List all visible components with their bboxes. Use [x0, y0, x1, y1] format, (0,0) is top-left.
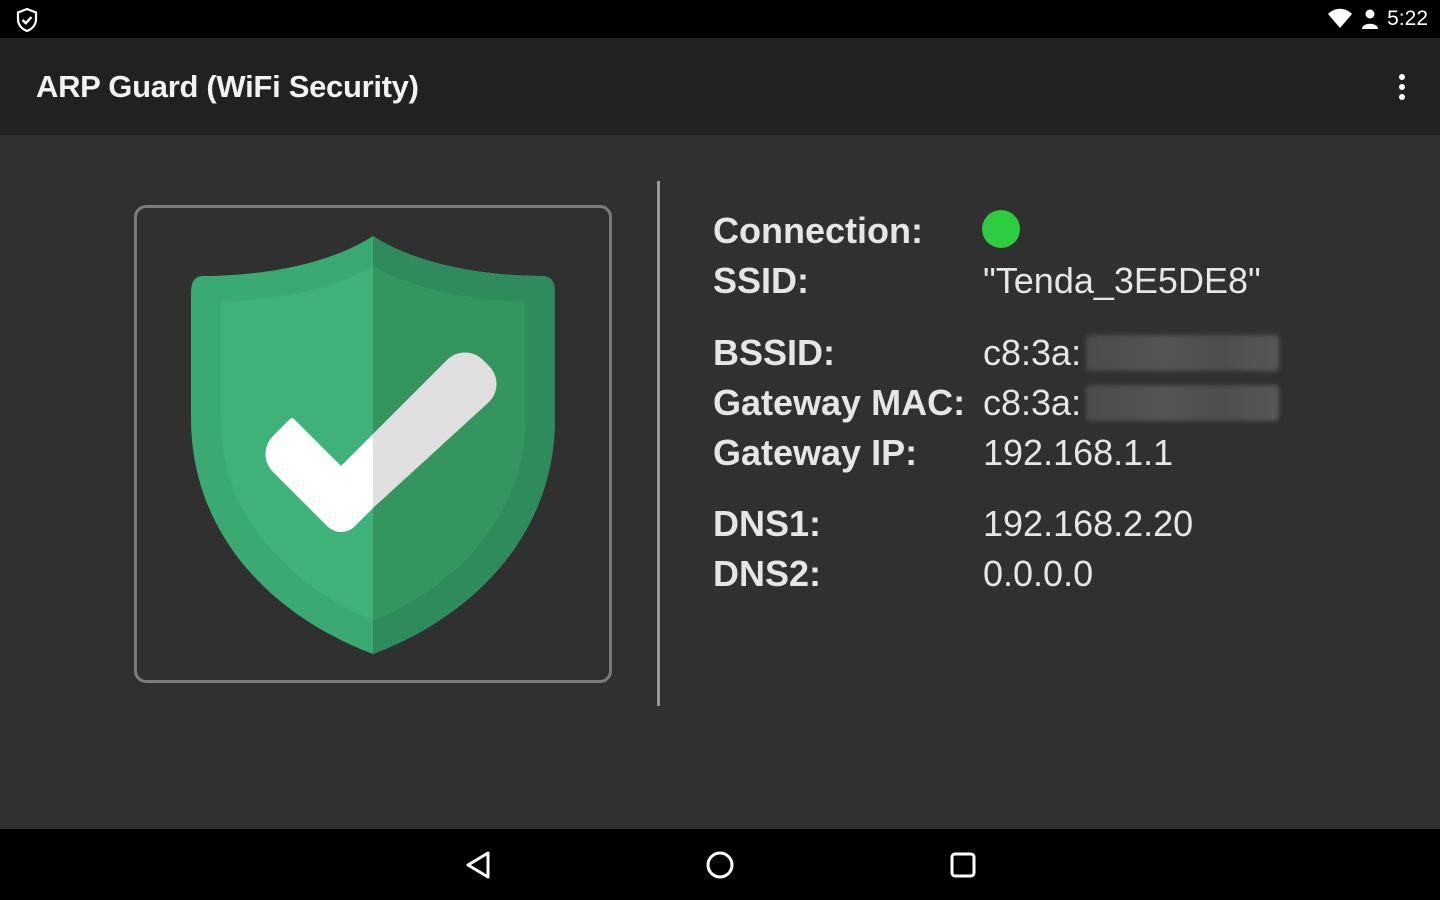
dns1-value: 192.168.2.20 [983, 503, 1194, 544]
connection-label: Connection: [713, 210, 923, 251]
overflow-menu-icon[interactable] [1390, 68, 1414, 106]
bssid-value: c8:3a: [983, 332, 1082, 373]
navigation-bar [0, 829, 1440, 900]
back-icon[interactable] [458, 845, 498, 885]
gateway-mac-value: c8:3a: [983, 382, 1082, 423]
shield-check-icon [16, 7, 38, 33]
app-bar: ARP Guard (WiFi Security) [0, 38, 1440, 135]
gateway-ip-label: Gateway IP: [713, 432, 918, 473]
gateway-ip-value: 192.168.1.1 [983, 432, 1174, 473]
gateway-mac-redacted [1086, 385, 1279, 421]
bssid-label: BSSID: [713, 332, 836, 373]
app-title: ARP Guard (WiFi Security) [36, 69, 419, 104]
shield-check-icon [191, 236, 555, 654]
dns2-value: 0.0.0.0 [983, 553, 1094, 594]
home-icon[interactable] [700, 845, 740, 885]
status-bar: 5:22 [0, 0, 1440, 38]
status-icons: 5:22 [1327, 4, 1428, 34]
dns1-label: DNS1: [713, 503, 822, 544]
connection-status-indicator [982, 210, 1020, 248]
ssid-value: "Tenda_3E5DE8" [983, 260, 1261, 301]
protection-status-panel[interactable] [134, 205, 612, 683]
ssid-label: SSID: [713, 260, 810, 301]
clock: 5:22 [1387, 7, 1428, 30]
bssid-redacted [1086, 335, 1279, 371]
main-content: Connection: SSID: "Tenda_3E5DE8" BSSID: … [0, 135, 1440, 829]
dns2-label: DNS2: [713, 553, 822, 594]
vertical-divider [657, 181, 660, 706]
account-icon [1362, 9, 1379, 29]
wifi-icon [1328, 8, 1353, 28]
recents-icon[interactable] [943, 845, 983, 885]
gateway-mac-label: Gateway MAC: [713, 382, 966, 423]
